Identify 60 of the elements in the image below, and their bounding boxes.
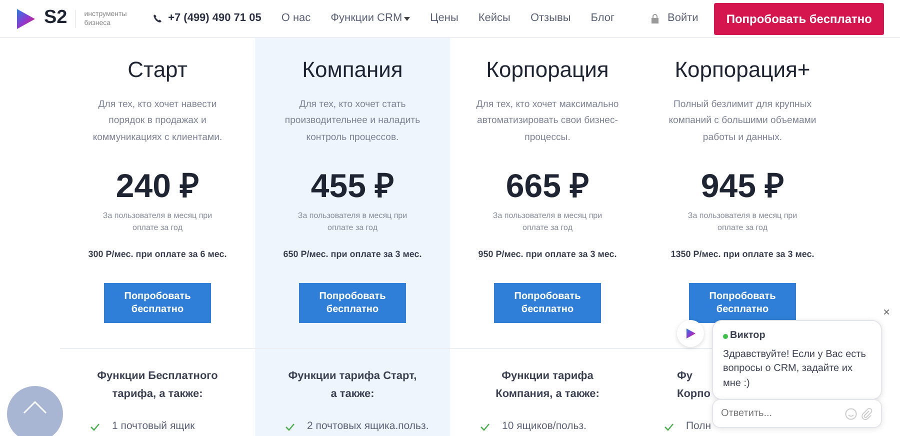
feature-text: 1 почтовый ящик (112, 419, 195, 434)
caret-icon (404, 16, 410, 20)
try-free-button[interactable]: Попробовать бесплатно (494, 283, 601, 324)
alt-price: 1350 Р/мес. при оплате за 3 мес. (670, 248, 816, 261)
price-note: За пользователя в месяц при оплате за год (296, 210, 408, 234)
plan-title: Компания (301, 56, 404, 84)
try-free-button[interactable]: Попробовать бесплатно (104, 283, 211, 324)
phone-link[interactable]: +7 (499) 490 71 05 (153, 10, 262, 27)
reply-field[interactable]: Ответить... (721, 406, 841, 421)
nav-link[interactable]: Функции CRM (330, 10, 410, 27)
logo-text[interactable]: S2 (44, 4, 68, 33)
alt-price: 300 Р/мес. при оплате за 6 мес. (87, 248, 228, 261)
plan-price: 665 ₽ (504, 168, 590, 202)
plan-title: Корпорация (485, 56, 610, 84)
features-title: Функции тарифа Старт, а также: (288, 369, 417, 402)
alt-price: 950 Р/мес. при оплате за 3 мес. (477, 248, 618, 261)
agent-avatar (677, 320, 704, 347)
close-button[interactable]: × (883, 306, 890, 318)
smiley-icon[interactable] (845, 408, 857, 420)
plan-price: 455 ₽ (310, 168, 396, 202)
cta-button[interactable]: Попробовать бесплатно (714, 2, 884, 34)
agent-name: Виктор (730, 329, 766, 343)
plan-title: Корпорация+ (674, 56, 812, 84)
plan-title: Старт (126, 56, 188, 84)
check-icon (664, 422, 674, 431)
price-note: За пользователя в месяц при оплате за год (686, 210, 798, 234)
plan-price: 945 ₽ (700, 168, 786, 202)
logo-icon[interactable] (16, 8, 36, 30)
alt-price: 650 Р/мес. при оплате за 3 мес. (282, 248, 423, 261)
try-free-button[interactable]: Попробовать бесплатно (299, 283, 406, 324)
nav-link[interactable]: Отзывы (530, 10, 571, 27)
check-icon (285, 422, 295, 431)
check-icon (90, 422, 100, 431)
check-icon (480, 422, 490, 431)
features-title: Фу Корпо (677, 369, 711, 402)
reply-panel[interactable]: Ответить... (712, 399, 882, 428)
feature-text: 10 ящиков/польз. (502, 419, 586, 434)
plan-price: 240 ₽ (114, 168, 200, 202)
nav-link[interactable]: О нас (281, 10, 311, 27)
phone-icon (153, 14, 162, 23)
paperclip-icon[interactable] (861, 408, 873, 420)
price-note: За пользователя в месяц при оплате за год (102, 210, 214, 234)
nav-link[interactable]: Цены (430, 10, 458, 27)
scroll-up-button[interactable] (7, 386, 63, 436)
plan-description: Для тех, кто хочет стать производительнее и наладить контроль процессов. (284, 98, 422, 145)
plan-description: Полный безлимит для крупных компаний с большими объемами работы и данных. (668, 98, 818, 145)
nav-link[interactable]: Кейсы (478, 10, 510, 27)
login-link[interactable]: Войти (650, 10, 698, 27)
try-free-button[interactable]: Попробовать бесплатно (689, 283, 796, 324)
features-title: Функции Бесплатного тарифа, а также: (97, 369, 218, 402)
feature-text: Полн (686, 419, 712, 434)
plan-description: Для тех, кто хочет навести порядок в продажах и коммуникациях с клиентами. (92, 98, 224, 145)
chevron-up-icon (23, 400, 47, 414)
lock-icon (650, 14, 659, 24)
chat-message: Здравствуйте! Если у Вас есть вопросы о CRM, задайте их мне :) (723, 348, 867, 390)
price-note: За пользователя в месяц при оплате за год (492, 210, 604, 234)
feature-text: 2 почтовых ящика.польз. (307, 419, 429, 434)
features-title: Функции тарифа Компания, а также: (496, 369, 600, 402)
plan-description: Для тех, кто хочет максимально автоматизировать свои бизнес-процессы. (475, 98, 620, 145)
nav-link[interactable]: Блог (590, 10, 615, 27)
